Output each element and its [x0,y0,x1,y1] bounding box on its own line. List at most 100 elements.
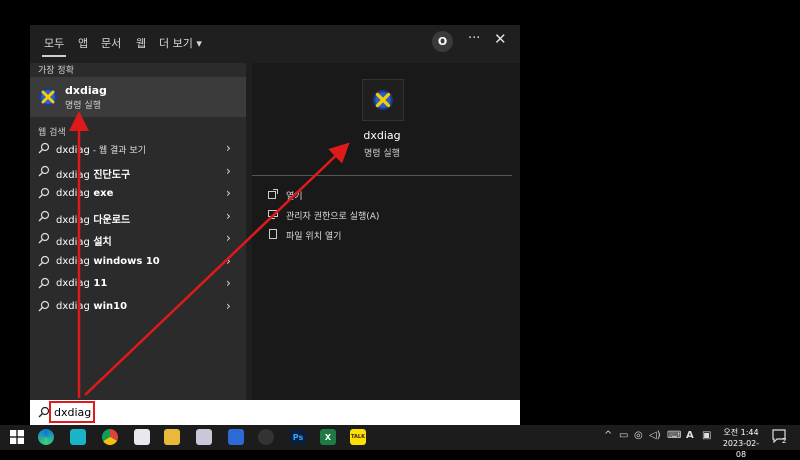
tab-apps[interactable]: 앱 [78,35,88,51]
web-search-heading: 웹 검색 [38,128,66,138]
edge-icon[interactable] [38,429,54,445]
clock[interactable]: 오전 1:44 2023-02-08 [718,427,764,460]
detail-pane: dxdiag 명령 실행 열기 관리자 권한으로 실행(A) 파일 위치 열기 [252,63,520,400]
open-label: 열기 [286,192,303,202]
volume-icon[interactable]: ◁) [649,430,661,441]
notification-count: 2 [782,437,787,445]
ime-mode-indicator[interactable]: A [686,430,694,441]
search-icon [38,165,50,176]
web-search-item[interactable]: dxdiag 설치 › [30,229,246,251]
more-options-icon[interactable]: ··· [468,31,480,46]
web-search-suffix: 다운로드 [89,214,131,226]
search-icon [38,232,50,244]
open-file-location-label: 파일 위치 열기 [286,232,342,242]
chevron-right-icon: › [226,276,231,290]
webcam-icon[interactable]: ◎ [634,430,643,441]
excel-label: X [324,432,332,442]
web-search-suffix: 설치 [89,237,112,248]
chevron-right-icon: › [226,141,231,155]
detail-app-name: dxdiag [363,129,401,142]
web-search-query: dxdiag [56,237,90,248]
web-search-query: dxdiag [56,300,90,312]
clock-time: 오전 1:44 [723,428,759,437]
chevron-right-icon: › [226,231,231,245]
detail-app-icon-frame [362,79,404,121]
tab-documents[interactable]: 문서 [101,35,121,51]
dxdiag-app-icon [39,88,57,106]
excel-icon[interactable]: X [320,429,336,445]
network-icon[interactable]: ▣ [702,430,711,441]
file-explorer-icon[interactable] [164,429,180,445]
run-as-admin-label: 관리자 권한으로 실행(A) [286,212,380,222]
web-search-suffix: 11 [89,278,108,289]
web-search-text: dxdiag 설치 [56,233,112,248]
best-match-name: dxdiag [65,84,107,97]
photoshop-icon[interactable]: Ps [290,429,306,445]
kakaotalk-label: TALK [351,434,365,440]
active-tab-indicator [42,55,66,57]
search-icon [38,210,50,221]
web-search-query: dxdiag [56,255,90,267]
web-search-suffix: win10 [89,300,128,312]
search-icon [38,187,50,199]
web-search-query: dxdiag [56,188,90,199]
chevron-right-icon: › [226,208,231,223]
windows-icon[interactable] [10,430,24,444]
web-search-text: dxdiag win10 [56,301,127,312]
account-initial: O [437,35,448,48]
chevron-up-icon[interactable]: ^ [604,430,612,441]
taskbar: Ps X TALK ^ ▭ ◎ ◁) ⌨ A ▣ 오전 1:44 2023-02… [0,425,800,459]
search-scope-tabs: 모두 앱 문서 웹 더 보기 ▾ O ··· ✕ [30,25,520,59]
web-search-item[interactable]: dxdiag exe › [30,184,246,206]
web-search-item[interactable]: dxdiag - 웹 결과 보기 › [30,139,246,161]
tab-all[interactable]: 모두 [44,35,64,51]
web-search-item[interactable]: dxdiag windows 10 › [30,252,246,274]
web-search-suffix: exe [89,188,114,199]
web-search-suffix: - 웹 결과 보기 [89,146,146,156]
meet-now-icon[interactable]: ▭ [619,430,628,441]
file-location-icon [269,229,277,239]
web-search-item[interactable]: dxdiag 11 › [30,274,246,296]
tab-web[interactable]: 웹 [136,35,146,51]
web-search-text: dxdiag windows 10 [56,256,160,267]
photoshop-label: Ps [292,432,304,442]
keyboard-icon[interactable]: ⌨ [667,430,681,441]
davinci-icon[interactable] [258,429,274,445]
best-match-heading: 가장 정확 [38,66,74,76]
computer-app-icon[interactable] [228,429,244,445]
web-search-text: dxdiag exe [56,188,113,199]
best-match-subtitle: 명령 실행 [65,101,101,111]
dxdiag-app-icon [373,90,393,110]
kakaotalk-icon[interactable]: TALK [350,429,366,445]
web-search-text: dxdiag 다운로드 [56,211,130,226]
account-button[interactable]: O [432,31,453,52]
divider [252,175,512,176]
search-icon [38,255,50,266]
camera-app-icon[interactable] [134,429,150,445]
chrome-icon[interactable] [102,429,118,445]
best-match-item[interactable]: dxdiag 명령 실행 [30,77,246,117]
chevron-right-icon: › [226,298,231,313]
web-search-item[interactable]: dxdiag 진단도구 › [30,162,246,184]
chevron-right-icon: › [226,253,231,268]
search-icon [38,142,50,154]
close-icon[interactable]: ✕ [494,30,507,48]
clock-date: 2023-02-08 [722,439,760,459]
web-search-query: dxdiag [56,278,90,289]
web-search-query: dxdiag [56,169,90,181]
detail-app-subtitle: 명령 실행 [364,149,400,159]
web-search-query: dxdiag [56,145,90,156]
bird-app-icon[interactable] [70,429,86,445]
network-app-icon[interactable] [196,429,212,445]
web-search-item[interactable]: dxdiag win10 › [30,297,246,319]
search-box[interactable]: dxdiag [30,400,520,425]
search-icon [38,277,50,289]
web-search-item[interactable]: dxdiag 다운로드 › [30,207,246,229]
search-icon [38,300,50,311]
web-search-text: dxdiag 11 [56,278,107,289]
tab-more[interactable]: 더 보기 ▾ [159,35,202,51]
web-search-text: dxdiag - 웹 결과 보기 [56,143,146,156]
search-text-highlight [49,401,95,423]
search-panel: 모두 앱 문서 웹 더 보기 ▾ O ··· ✕ 가장 정확 dxdiag 명령… [30,25,520,400]
web-search-suffix: windows 10 [89,255,160,267]
